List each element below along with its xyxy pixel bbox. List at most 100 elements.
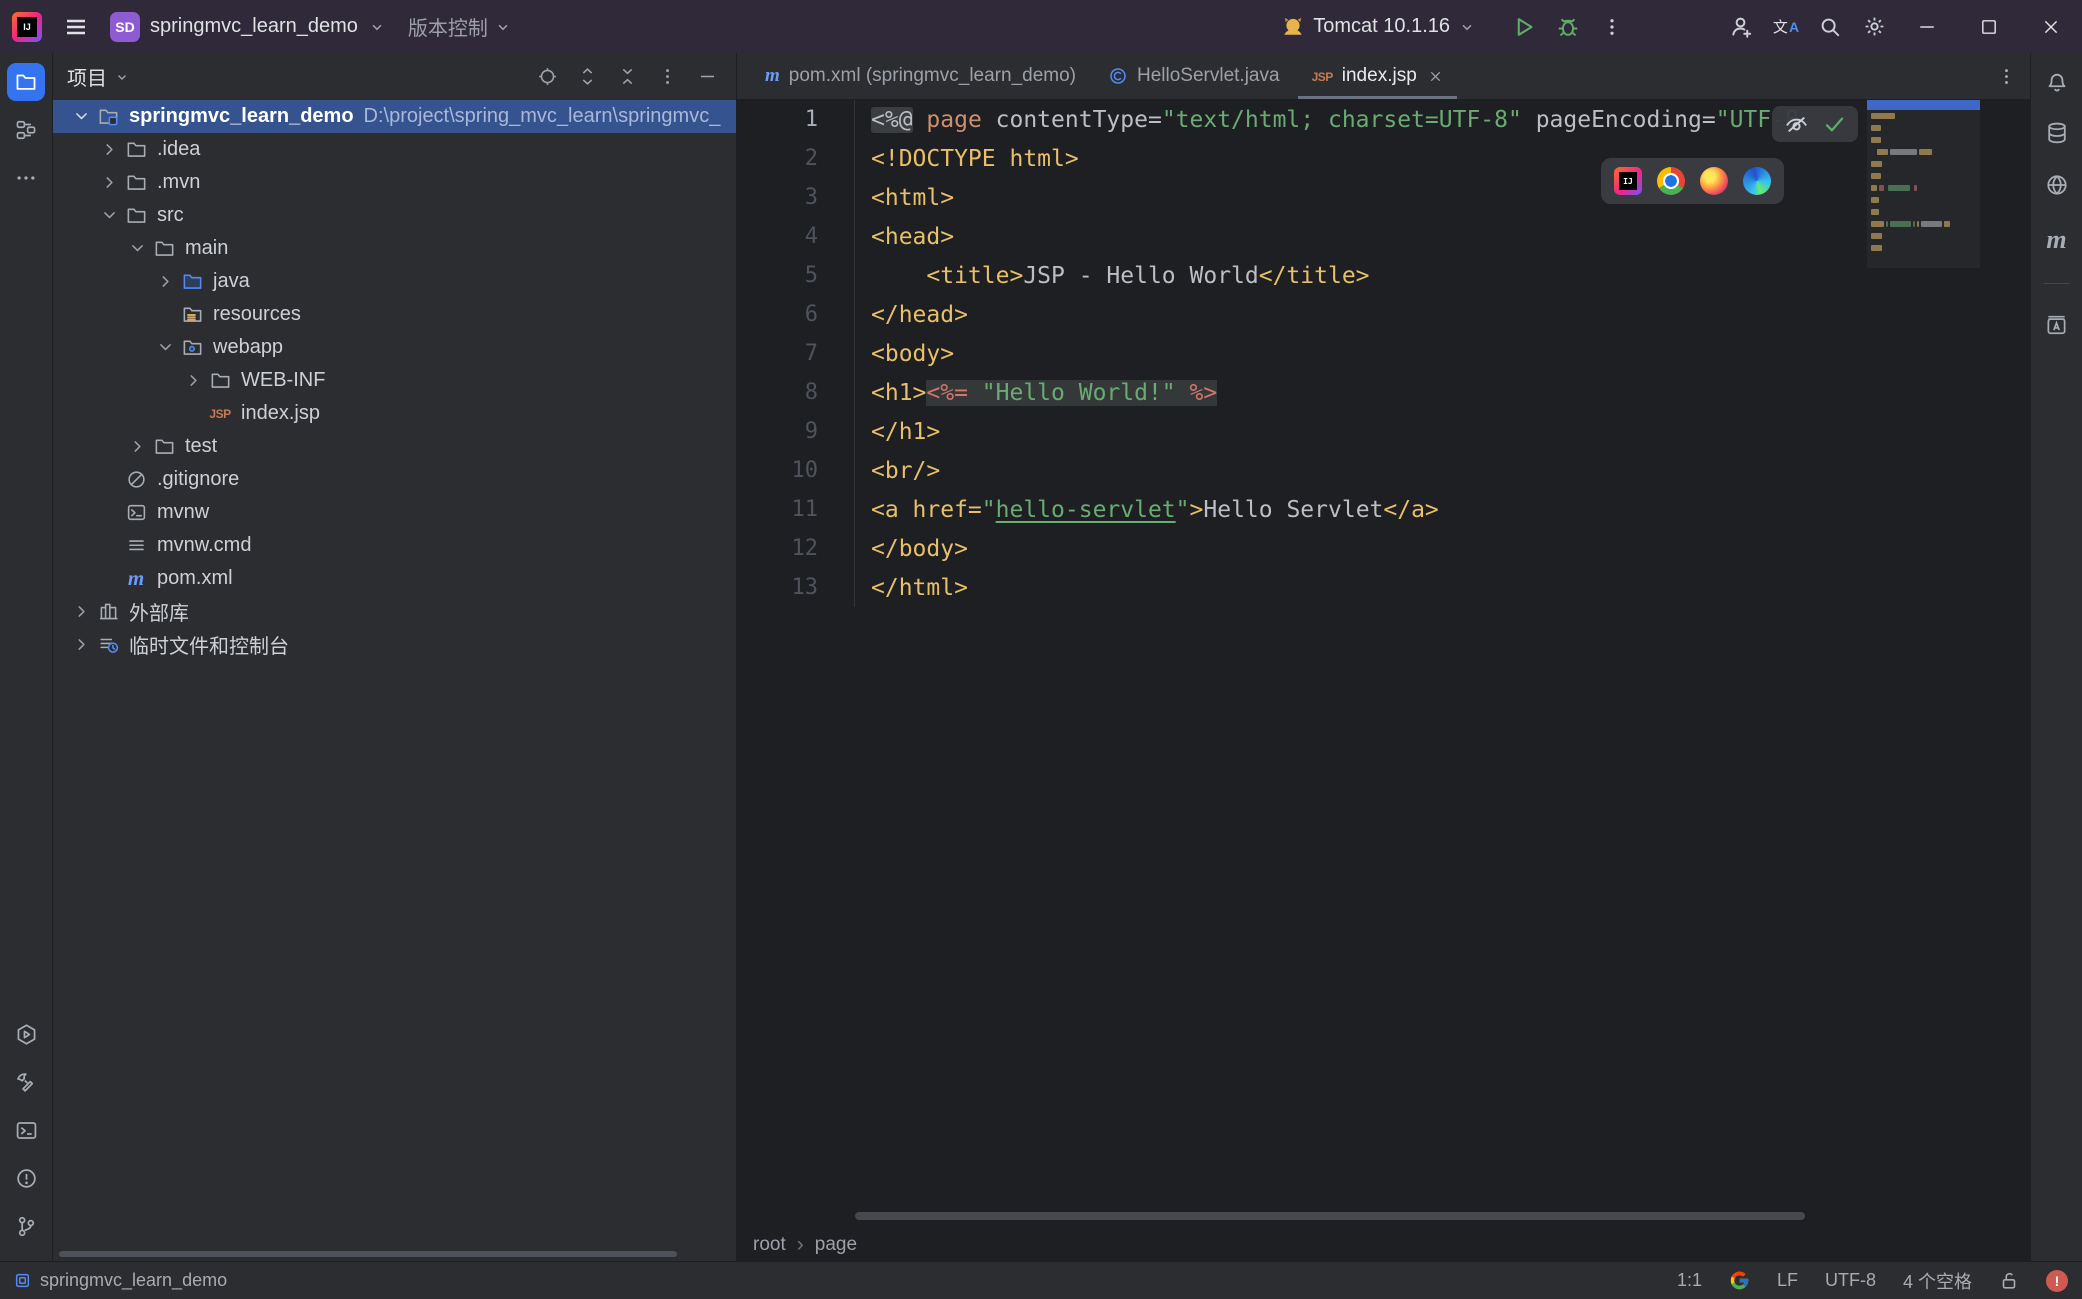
- chevron-right-icon[interactable]: [95, 139, 123, 160]
- line-number[interactable]: 5: [737, 256, 855, 295]
- google-icon[interactable]: [1729, 1270, 1750, 1291]
- breadcrumb-root[interactable]: root: [753, 1234, 786, 1256]
- line-number[interactable]: 3: [737, 178, 855, 217]
- firefox-icon[interactable]: [1700, 167, 1728, 195]
- tree-item-.mvn[interactable]: .mvn: [53, 166, 736, 199]
- expand-all-icon[interactable]: [572, 62, 602, 92]
- git-branch-icon[interactable]: [7, 1207, 45, 1245]
- terminal-icon[interactable]: [7, 1111, 45, 1149]
- line-number[interactable]: 12: [737, 529, 855, 568]
- line-number[interactable]: 8: [737, 373, 855, 412]
- maximize-button[interactable]: [1958, 0, 2020, 53]
- tree-item-.gitignore[interactable]: .gitignore: [53, 463, 736, 496]
- close-button[interactable]: [2020, 0, 2082, 53]
- tree-item-test[interactable]: test: [53, 430, 736, 463]
- chevron-right-icon[interactable]: [179, 370, 207, 391]
- tree-item-springmvc_learn_demo[interactable]: springmvc_learn_demoD:\project\spring_mv…: [53, 100, 736, 133]
- run-button[interactable]: [1502, 5, 1546, 49]
- status-project-name[interactable]: springmvc_learn_demo: [40, 1270, 227, 1291]
- code-editor[interactable]: 1<%@ page contentType="text/html; charse…: [737, 100, 2030, 1228]
- project-tool-window-button[interactable]: [7, 63, 45, 101]
- line-number[interactable]: 11: [737, 490, 855, 529]
- project-view-selector[interactable]: 项目: [67, 62, 130, 91]
- tree-item-.idea[interactable]: .idea: [53, 133, 736, 166]
- minimap[interactable]: [1867, 100, 1980, 268]
- editor-hscrollbar[interactable]: [855, 1212, 1805, 1220]
- line-number[interactable]: 4: [737, 217, 855, 256]
- chevron-down-icon[interactable]: [151, 337, 179, 358]
- tree-item-临时文件和控制台[interactable]: 临时文件和控制台: [53, 628, 736, 661]
- indent-setting[interactable]: 4 个空格: [1903, 1268, 1972, 1294]
- tree-item-java[interactable]: java: [53, 265, 736, 298]
- minimize-button[interactable]: [1896, 0, 1958, 53]
- tree-item-mvnw.cmd[interactable]: mvnw.cmd: [53, 529, 736, 562]
- endpoints-globe-icon[interactable]: [2045, 173, 2069, 197]
- line-separator[interactable]: LF: [1777, 1270, 1798, 1291]
- tree-item-src[interactable]: src: [53, 199, 736, 232]
- tree-item-mvnw[interactable]: mvnw: [53, 496, 736, 529]
- tree-item-pom.xml[interactable]: mpom.xml: [53, 562, 736, 595]
- build-hammer-icon[interactable]: [7, 1063, 45, 1101]
- notifications-bell-icon[interactable]: [2045, 69, 2069, 93]
- chevron-down-icon[interactable]: [123, 238, 151, 259]
- run-configuration-widget[interactable]: Tomcat 10.1.16: [1281, 15, 1476, 39]
- tree-item-webapp[interactable]: webapp: [53, 331, 736, 364]
- tab-HelloServlet.java[interactable]: HelloServlet.java: [1092, 53, 1296, 99]
- inspection-widget[interactable]: [1772, 106, 1858, 142]
- line-number[interactable]: 13: [737, 568, 855, 607]
- tree-item-main[interactable]: main: [53, 232, 736, 265]
- caret-position[interactable]: 1:1: [1677, 1270, 1702, 1291]
- tab-index.jsp[interactable]: JSPindex.jsp: [1296, 53, 1459, 99]
- line-number[interactable]: 7: [737, 334, 855, 373]
- no-problems-check-icon[interactable]: [1823, 113, 1846, 136]
- main-menu-icon[interactable]: [64, 15, 88, 39]
- line-number[interactable]: 9: [737, 412, 855, 451]
- tree-item-index.jsp[interactable]: JSPindex.jsp: [53, 397, 736, 430]
- highlighting-off-eye-icon[interactable]: [1784, 112, 1809, 137]
- close-tab-icon[interactable]: [1428, 69, 1443, 84]
- chevron-right-icon[interactable]: [95, 172, 123, 193]
- edge-icon[interactable]: [1743, 167, 1771, 195]
- services-icon[interactable]: [7, 1015, 45, 1053]
- chevron-right-icon[interactable]: [67, 601, 95, 622]
- chevron-down-icon[interactable]: [95, 205, 123, 226]
- line-number[interactable]: 2: [737, 139, 855, 178]
- project-panel-hscrollbar[interactable]: [59, 1251, 677, 1257]
- line-number[interactable]: 1: [737, 100, 855, 139]
- chevron-down-icon[interactable]: [67, 106, 95, 127]
- problems-icon[interactable]: [7, 1159, 45, 1197]
- unlock-icon[interactable]: [1999, 1271, 2019, 1291]
- line-number[interactable]: 6: [737, 295, 855, 334]
- file-encoding[interactable]: UTF-8: [1825, 1270, 1876, 1291]
- panel-options-icon[interactable]: [652, 62, 682, 92]
- tab-options-icon[interactable]: [1997, 53, 2016, 100]
- code-with-me-icon[interactable]: [1720, 5, 1764, 49]
- tree-item-resources[interactable]: resources: [53, 298, 736, 331]
- debug-button[interactable]: [1546, 5, 1590, 49]
- settings-gear-icon[interactable]: [1852, 5, 1896, 49]
- line-number[interactable]: 10: [737, 451, 855, 490]
- chevron-right-icon[interactable]: [67, 634, 95, 655]
- collapse-all-icon[interactable]: [612, 62, 642, 92]
- breadcrumb-leaf[interactable]: page: [815, 1234, 857, 1256]
- maven-tool-window-icon[interactable]: m: [2046, 225, 2066, 255]
- tree-item-WEB-INF[interactable]: WEB-INF: [53, 364, 736, 397]
- project-widget[interactable]: SD springmvc_learn_demo: [110, 12, 386, 42]
- error-notification-badge[interactable]: !: [2046, 1270, 2068, 1292]
- locate-file-icon[interactable]: [532, 62, 562, 92]
- more-tool-windows-icon[interactable]: [7, 159, 45, 197]
- chevron-right-icon[interactable]: [123, 436, 151, 457]
- chevron-right-icon[interactable]: [151, 271, 179, 292]
- hide-panel-icon[interactable]: [692, 62, 722, 92]
- dictionary-icon[interactable]: [2044, 312, 2069, 337]
- tree-item-外部库[interactable]: 外部库: [53, 595, 736, 628]
- tab-pom.xml[interactable]: mpom.xml (springmvc_learn_demo): [749, 53, 1092, 99]
- structure-icon[interactable]: [7, 111, 45, 149]
- search-everywhere-icon[interactable]: [1808, 5, 1852, 49]
- more-actions-icon[interactable]: [1590, 5, 1634, 49]
- vcs-widget[interactable]: 版本控制: [408, 12, 512, 41]
- chrome-icon[interactable]: [1657, 167, 1685, 195]
- database-icon[interactable]: [2045, 121, 2069, 145]
- translate-icon[interactable]: 文A: [1764, 5, 1808, 49]
- idea-browser-icon[interactable]: IJ: [1614, 167, 1642, 195]
